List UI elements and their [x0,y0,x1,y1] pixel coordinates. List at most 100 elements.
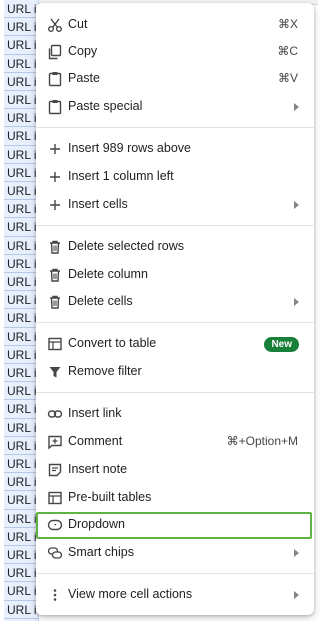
menu-item-paste-special[interactable]: Paste special [36,94,314,120]
plus-icon [46,168,64,186]
menu-item-delete-column[interactable]: Delete column [36,262,314,288]
menu-item-label: Paste special [68,99,143,113]
submenu-arrow-icon [294,591,299,599]
sheet-cell[interactable]: URL i [4,291,38,310]
trash-icon [46,266,64,284]
submenu-arrow-icon [294,103,299,111]
menu-item-delete-rows[interactable]: Delete selected rows [36,234,314,260]
menu-item-label: Delete selected rows [68,239,185,253]
shortcut-text: ⌘V [277,71,298,85]
sheet-cell[interactable]: URL i [4,364,38,383]
menu-item-convert-table[interactable]: Convert to table New [36,331,314,357]
sheet-cell[interactable]: URL i [4,382,38,401]
menu-item-comment[interactable]: Comment ⌘+Option+M [36,429,314,455]
menu-item-smart-chips[interactable]: Smart chips [36,540,314,566]
sheet-cell[interactable]: URL i [4,182,38,201]
sheet-cell[interactable]: URL i [4,273,38,292]
menu-item-label: Delete cells [68,294,133,308]
sheet-cell[interactable]: URL i [4,419,38,437]
new-badge: New [264,337,299,352]
sheet-cell[interactable]: URL i [4,127,38,146]
sheet-cell[interactable]: URL i [4,309,38,328]
sheet-cell[interactable]: URL i [4,473,38,492]
menu-item-insert-cells[interactable]: Insert cells [36,192,314,218]
menu-item-label: Remove filter [68,364,142,378]
menu-item-label: Insert link [68,406,122,420]
sheet-cell[interactable]: URL i [4,546,38,565]
sheet-cell[interactable]: URL i [4,437,38,455]
filter-icon [46,363,64,381]
copy-icon [46,43,64,61]
menu-separator [36,392,314,393]
menu-item-insert-note[interactable]: Insert note [36,457,314,483]
sheet-cell[interactable]: URL i [4,528,38,546]
sheet-cell[interactable]: URL i [4,491,38,510]
menu-separator [36,322,314,323]
sheet-cell[interactable]: URL i [4,146,38,164]
menu-item-label: Copy [68,44,98,58]
sheet-cell[interactable]: URL i [4,200,38,219]
sheet-cell[interactable]: URL i [4,455,38,474]
shortcut-text: ⌘X [277,17,298,31]
menu-item-label: Insert 989 rows above [68,141,191,155]
menu-item-label: Paste [68,71,100,85]
plus-icon [46,196,64,214]
sheet-cell[interactable]: URL i [4,582,38,601]
sheet-cell[interactable]: URL i [4,510,38,528]
sheet-cell[interactable]: URL i [4,73,38,91]
menu-item-more-actions[interactable]: View more cell actions [36,582,314,608]
context-menu: Cut ⌘X Copy ⌘C Paste ⌘V Paste special In… [36,3,314,615]
menu-separator [36,573,314,574]
menu-item-label: Insert cells [68,197,128,211]
more-vertical-icon [46,586,64,604]
menu-separator [36,225,314,226]
sheet-cell[interactable]: URL i [4,55,38,73]
sheet-cell[interactable]: URL i [4,601,38,619]
smart-chips-icon [46,544,64,562]
menu-item-label: Smart chips [68,545,134,559]
menu-item-label: View more cell actions [68,587,193,601]
sheet-cell[interactable]: URL i [4,237,38,255]
note-icon [46,461,64,479]
menu-item-dropdown[interactable]: Dropdown [36,512,314,539]
clipboard-icon [46,70,64,88]
sheet-cell[interactable]: URL i [4,564,38,583]
menu-item-label: Insert note [68,462,128,476]
selected-column[interactable]: URL i URL i URL i URL i URL i URL i URL i URL i… [4,0,39,621]
submenu-arrow-icon [294,298,299,306]
sheet-cell[interactable]: URL i [4,18,38,37]
link-icon [46,405,64,423]
menu-item-label: Comment [68,434,123,448]
menu-item-delete-cells[interactable]: Delete cells [36,289,314,315]
menu-item-label: Dropdown [68,517,125,531]
menu-item-cut[interactable]: Cut ⌘X [36,12,314,38]
scissors-icon [46,16,64,34]
menu-item-paste[interactable]: Paste ⌘V [36,66,314,92]
sheet-cell[interactable]: URL i [4,36,38,55]
plus-icon [46,140,64,158]
menu-item-label: Cut [68,17,88,31]
menu-item-copy[interactable]: Copy ⌘C [36,39,314,65]
table-icon [46,335,64,353]
table-icon [46,489,64,507]
menu-item-remove-filter[interactable]: Remove filter [36,359,314,385]
menu-separator [36,127,314,128]
menu-item-insert-column[interactable]: Insert 1 column left [36,164,314,190]
sheet-cell[interactable]: URL i [4,346,38,364]
trash-icon [46,293,64,311]
menu-item-label: Delete column [68,267,148,281]
sheet-cell[interactable]: URL i [4,328,38,346]
sheet-cell[interactable]: URL i [4,0,38,19]
sheet-cell[interactable]: URL i [4,400,38,419]
submenu-arrow-icon [294,201,299,209]
sheet-cell[interactable]: URL i [4,218,38,237]
menu-item-label: Pre-built tables [68,490,152,504]
sheet-cell[interactable]: URL i [4,164,38,182]
menu-item-label: Convert to table [68,336,157,350]
sheet-cell[interactable]: URL i [4,255,38,273]
menu-item-insert-link[interactable]: Insert link [36,401,314,427]
menu-item-insert-rows[interactable]: Insert 989 rows above [36,136,314,162]
sheet-cell[interactable]: URL i [4,91,38,110]
menu-item-prebuilt-tables[interactable]: Pre-built tables [36,485,314,511]
sheet-cell[interactable]: URL i [4,109,38,128]
